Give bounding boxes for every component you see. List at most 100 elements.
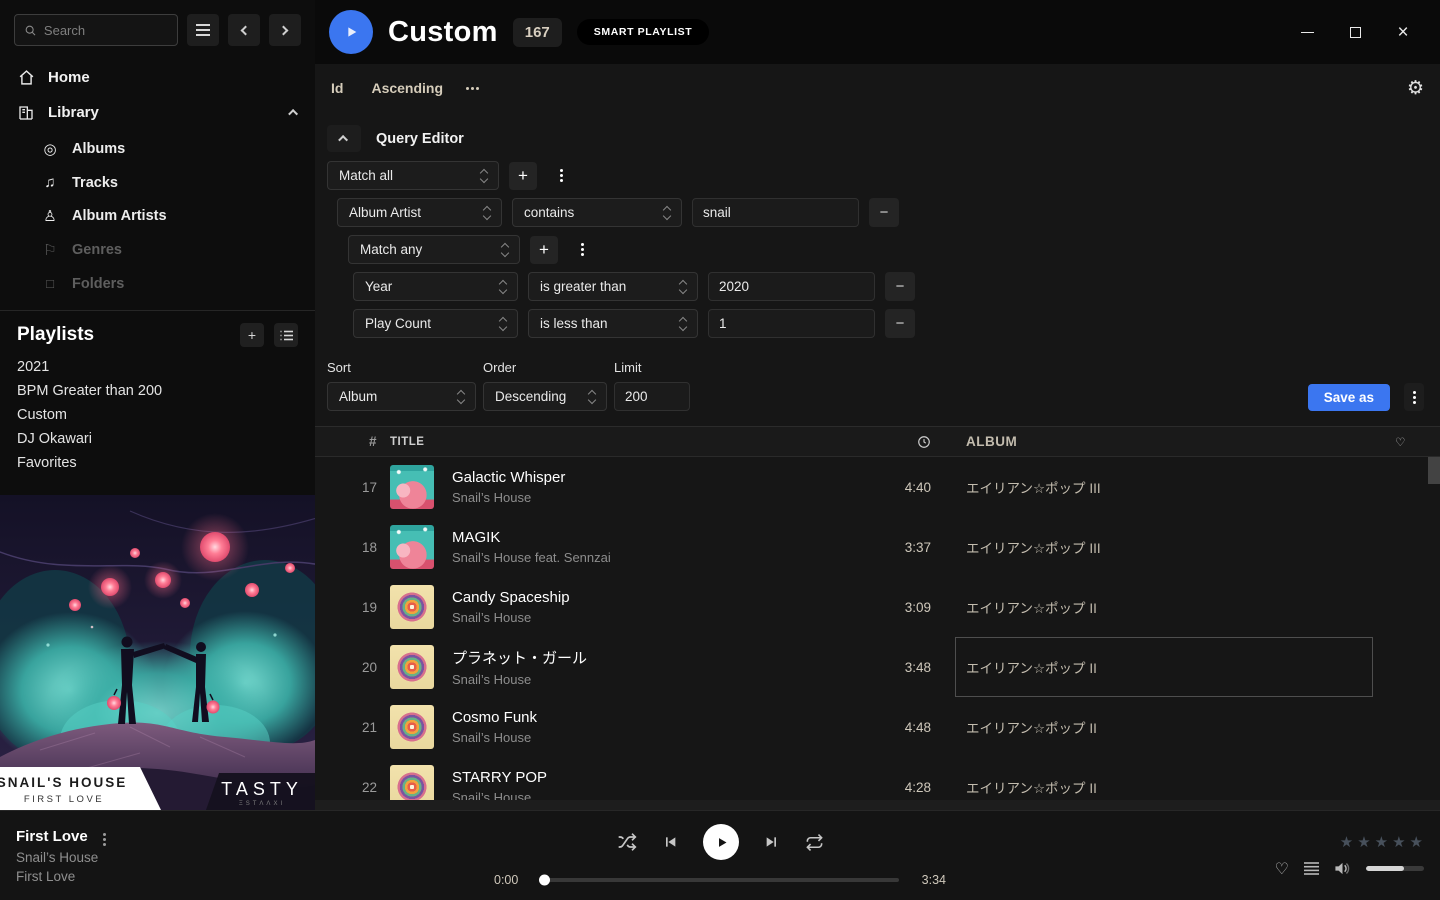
rule2-value-input[interactable] — [708, 272, 875, 301]
close-button[interactable]: × — [1390, 19, 1416, 45]
track-album-cell[interactable]: エイリアン☆ポップ II — [955, 577, 1373, 637]
star-icon[interactable]: ★ — [1340, 833, 1354, 851]
add-rule-group2-button[interactable]: + — [530, 236, 558, 264]
column-header-album[interactable]: ALBUM — [955, 427, 1373, 456]
rule1-operator-select[interactable]: contains — [512, 198, 682, 227]
table-row[interactable]: 20 プラネット・ガール Snail’s House 3:48 エイリアン☆ポッ… — [315, 637, 1428, 697]
rule1-value-input[interactable] — [692, 198, 859, 227]
previous-button[interactable] — [662, 834, 678, 850]
seek-knob[interactable] — [539, 875, 550, 886]
track-title: プラネット・ガール — [452, 647, 587, 668]
save-as-button[interactable]: Save as — [1308, 384, 1390, 411]
track-options-button[interactable] — [103, 828, 106, 846]
column-header-number[interactable]: # — [315, 434, 377, 449]
now-playing-artist[interactable]: Snail’s House — [16, 850, 346, 865]
sidebar-library-item[interactable]: Genres — [0, 233, 315, 267]
track-album-cell[interactable]: エイリアン☆ポップ II — [955, 757, 1373, 800]
horizontal-scrollbar-track[interactable] — [315, 800, 1440, 810]
select-arrows-icon — [482, 205, 492, 221]
playlist-item[interactable]: Custom — [0, 403, 315, 427]
select-arrows-icon — [498, 279, 508, 295]
next-button[interactable] — [764, 834, 780, 850]
collapse-query-button[interactable] — [327, 125, 361, 152]
back-button[interactable] — [228, 14, 260, 46]
shuffle-button[interactable] — [617, 832, 637, 852]
sidebar-library-item[interactable]: Album Artists — [0, 199, 315, 233]
queue-button[interactable] — [1304, 862, 1319, 875]
more-options-button[interactable] — [471, 87, 474, 90]
table-row[interactable]: 21 Cosmo Funk Snail’s House 4:48 エイリアン☆ポ… — [315, 697, 1428, 757]
remove-rule3-button[interactable]: − — [885, 309, 915, 338]
add-playlist-button[interactable]: + — [240, 323, 264, 347]
query-editor-title: Query Editor — [376, 131, 464, 147]
search-input[interactable] — [44, 23, 168, 38]
rule1-field-select[interactable]: Album Artist — [337, 198, 502, 227]
remove-rule2-button[interactable]: − — [885, 272, 915, 301]
column-header-duration[interactable] — [856, 434, 931, 449]
save-options-button[interactable] — [1404, 383, 1424, 411]
table-row[interactable]: 19 Candy Spaceship Snail’s House 3:09 エイ… — [315, 577, 1428, 637]
minimize-button[interactable] — [1294, 19, 1320, 45]
rule3-field-select[interactable]: Play Count — [353, 309, 518, 338]
playlist-item[interactable]: DJ Okawari — [0, 427, 315, 451]
track-album-cell[interactable]: エイリアン☆ポップ II — [955, 637, 1373, 697]
sort-field-button[interactable]: Id — [331, 80, 343, 96]
match-select-group2[interactable]: Match any — [348, 235, 520, 264]
column-header-favorite[interactable]: ♡ — [1373, 435, 1428, 449]
menu-button[interactable] — [187, 14, 219, 46]
chevron-up-icon[interactable] — [288, 109, 298, 119]
seek-bar[interactable] — [541, 878, 899, 882]
playlist-item[interactable]: Favorites — [0, 451, 315, 475]
add-rule-button[interactable]: + — [509, 162, 537, 190]
rating-stars[interactable]: ★★★★★ — [1340, 833, 1424, 851]
star-icon[interactable]: ★ — [1357, 833, 1371, 851]
playlist-item[interactable]: 2021 — [0, 355, 315, 379]
track-duration: 3:48 — [856, 660, 931, 675]
favorite-button[interactable]: ♡ — [1275, 859, 1289, 879]
column-header-title[interactable]: TITLE — [377, 436, 856, 448]
now-playing-art[interactable]: SNAIL'S HOUSE FIRST LOVE TASTY ΞSTΛΛXI — [0, 495, 315, 810]
track-album-cell[interactable]: エイリアン☆ポップ III — [955, 457, 1373, 517]
rule2-field-select[interactable]: Year — [353, 272, 518, 301]
volume-button[interactable] — [1334, 861, 1351, 876]
star-icon[interactable]: ★ — [1375, 833, 1389, 851]
vertical-scrollbar-thumb[interactable] — [1428, 457, 1440, 484]
group-options-button[interactable] — [547, 162, 575, 190]
remove-rule1-button[interactable]: − — [869, 198, 899, 227]
forward-button[interactable] — [269, 14, 301, 46]
match-select-group1[interactable]: Match all — [327, 161, 499, 190]
track-album-cell[interactable]: エイリアン☆ポップ II — [955, 697, 1373, 757]
search-box[interactable] — [14, 14, 178, 46]
limit-input[interactable] — [614, 382, 690, 411]
sidebar-library-item[interactable]: Albums — [0, 132, 315, 166]
play-pause-button[interactable] — [703, 824, 739, 860]
group2-options-button[interactable] — [568, 236, 596, 264]
star-icon[interactable]: ★ — [1392, 833, 1406, 851]
table-row[interactable]: 17 Galactic Whisper Snail’s House 4:40 エ… — [315, 457, 1428, 517]
settings-gear-button[interactable]: ⚙ — [1407, 77, 1424, 100]
sort-select[interactable]: Album — [327, 382, 476, 411]
star-icon[interactable]: ★ — [1410, 833, 1424, 851]
sidebar-library-item[interactable]: Tracks — [0, 166, 315, 199]
volume-slider[interactable] — [1366, 866, 1424, 871]
table-row[interactable]: 22 STARRY POP Snail’s House 4:28 エイリアン☆ポ… — [315, 757, 1428, 800]
sidebar-library-item[interactable]: Folders — [0, 267, 315, 300]
now-playing-album[interactable]: First Love — [16, 869, 346, 884]
sidebar-item-library[interactable]: Library — [0, 95, 315, 130]
track-album-label: エイリアン☆ポップ II — [966, 777, 1097, 797]
order-select[interactable]: Descending — [483, 382, 607, 411]
playlist-list-button[interactable] — [274, 323, 298, 347]
rule3-operator-select[interactable]: is less than — [528, 309, 698, 338]
play-playlist-button[interactable] — [329, 10, 373, 54]
track-album-label: エイリアン☆ポップ II — [966, 597, 1097, 617]
sidebar-item-home[interactable]: Home — [0, 60, 315, 95]
maximize-button[interactable] — [1342, 19, 1368, 45]
library-item-label: Album Artists — [72, 208, 167, 224]
sort-direction-button[interactable]: Ascending — [371, 80, 443, 96]
rule2-operator-select[interactable]: is greater than — [528, 272, 698, 301]
track-album-cell[interactable]: エイリアン☆ポップ III — [955, 517, 1373, 577]
table-row[interactable]: 18 MAGIK Snail’s House feat. Sennzai 3:3… — [315, 517, 1428, 577]
playlist-item[interactable]: BPM Greater than 200 — [0, 379, 315, 403]
repeat-button[interactable] — [805, 833, 824, 852]
rule3-value-input[interactable] — [708, 309, 875, 338]
